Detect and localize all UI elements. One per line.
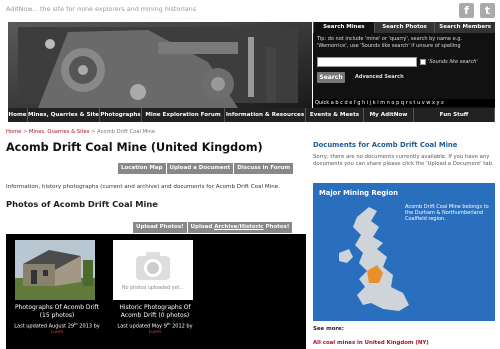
page-action-buttons: Location Map Upload a Document Discuss i… (118, 163, 294, 174)
camera-placeholder-icon (136, 252, 170, 280)
photos-heading: Photos of Acomb Drift Coal Mine (6, 199, 158, 209)
gallery-card-author[interactable]: Luem (11, 330, 103, 335)
tab-search-members[interactable]: Search Members (434, 22, 496, 33)
search-tip: Tip: do not include 'mine' or 'quarry', … (317, 36, 463, 49)
gallery-thumbnail[interactable]: No photos uploaded yet... (113, 240, 193, 300)
search-button[interactable]: Search (317, 72, 345, 83)
gallery-card[interactable]: Photographs Of Acomb Drift (15 photos) L… (11, 240, 103, 335)
site-tagline: AditNow... the site for mine explorers a… (6, 5, 197, 13)
facebook-icon[interactable]: f (459, 3, 474, 18)
stone-building-photo (15, 240, 95, 300)
nav-mine-exploration-forum[interactable]: Mine Exploration Forum (142, 108, 225, 122)
updated-text: 2013 by (77, 323, 100, 330)
breadcrumb-current: Acomb Drift Coal Mine (97, 129, 156, 135)
photo-upload-buttons: Upload Photos! Upload Archive/Historic P… (133, 222, 293, 233)
breadcrumb-separator: > (89, 129, 98, 135)
nav-mines-quarries-sites[interactable]: Mines, Quarries & Sites (28, 108, 100, 122)
gallery-card-updated: Last updated August 29th 2013 by (11, 322, 103, 330)
nav-information-resources[interactable]: Information & Resources (225, 108, 306, 122)
gallery-card-updated: Last updated May 9th 2012 by (109, 322, 201, 330)
photo-gallery: Photographs Of Acomb Drift (15 photos) L… (6, 234, 306, 349)
see-more-label: See more: (313, 326, 344, 332)
mining-machinery-photo (8, 22, 312, 108)
nav-fun-stuff[interactable]: Fun Stuff (414, 108, 495, 122)
gallery-card-author[interactable]: Luem (109, 330, 201, 335)
header-banner-image (8, 22, 312, 108)
upload-archive-suffix: Photos! (263, 224, 290, 230)
sounds-like-checkbox[interactable] (420, 59, 426, 65)
tab-search-mines[interactable]: Search Mines (313, 22, 374, 33)
no-photos-text: No photos uploaded yet... (121, 286, 184, 291)
gallery-card[interactable]: No photos uploaded yet... Historic Photo… (109, 240, 201, 335)
breadcrumb: Home > Mines, Quarries & Sites > Acomb D… (6, 129, 155, 135)
upload-document-button[interactable]: Upload a Document (166, 163, 234, 174)
alphabet-quick-links[interactable]: Quick a b c d e f g h i j k l m n o p q … (313, 99, 495, 107)
search-input[interactable] (317, 57, 417, 67)
top-bar: AditNow... the site for mine explorers a… (0, 0, 500, 22)
gallery-card-title[interactable]: Photographs Of Acomb Drift (15 photos) (11, 304, 103, 319)
region-title: Major Mining Region (319, 189, 398, 197)
nav-my-aditnow[interactable]: My AditNow (364, 108, 414, 122)
tab-search-photos[interactable]: Search Photos (373, 22, 435, 33)
upload-photos-button[interactable]: Upload Photos! (133, 222, 187, 233)
search-panel: Search Mines Search Photos Search Member… (313, 22, 496, 108)
documents-text: Sorry, there are no documents currently … (313, 154, 494, 167)
mining-region-map[interactable]: Major Mining Region Acomb Drift Coal Min… (313, 183, 495, 321)
all-coal-mines-link[interactable]: All coal mines in United Kingdom (NY) (313, 340, 429, 346)
updated-text: 2012 by (170, 323, 193, 330)
main-nav: Home Mines, Quarries & Sites Photographs… (8, 108, 495, 122)
nav-events-meets[interactable]: Events & Meets (306, 108, 364, 122)
nav-home[interactable]: Home (8, 108, 28, 122)
region-note: Acomb Drift Coal Mine belongs to the Dur… (405, 204, 489, 223)
gallery-card-title[interactable]: Historic Photographs Of Acomb Drift (0 p… (109, 304, 201, 319)
search-tabs: Search Mines Search Photos Search Member… (313, 22, 496, 33)
upload-archive-prefix: Upload (190, 224, 215, 230)
breadcrumb-separator: > (21, 129, 29, 135)
breadcrumb-home[interactable]: Home (6, 129, 21, 135)
page-title: Acomb Drift Coal Mine (United Kingdom) (6, 141, 263, 154)
upload-archive-link: Archive/Historic (214, 224, 264, 230)
updated-text: Last updated August 29 (14, 323, 75, 330)
breadcrumb-section[interactable]: Mines, Quarries & Sites (29, 129, 89, 135)
documents-heading: Documents for Acomb Drift Coal Mine (313, 141, 458, 149)
page-intro: Information, history photographs (curren… (6, 184, 281, 190)
location-map-button[interactable]: Location Map (118, 163, 166, 174)
sounds-like-label: 'Sounds like search' (428, 59, 478, 65)
updated-text: Last updated May 9 (117, 323, 167, 330)
gallery-thumbnail[interactable] (15, 240, 95, 300)
discuss-in-forum-button[interactable]: Discuss in Forum (234, 163, 294, 174)
upload-archive-photos-button[interactable]: Upload Archive/Historic Photos! (187, 222, 293, 233)
nav-photographs[interactable]: Photographs (100, 108, 142, 122)
twitter-icon[interactable]: t (480, 3, 495, 18)
advanced-search-link[interactable]: Advanced Search (355, 74, 404, 80)
